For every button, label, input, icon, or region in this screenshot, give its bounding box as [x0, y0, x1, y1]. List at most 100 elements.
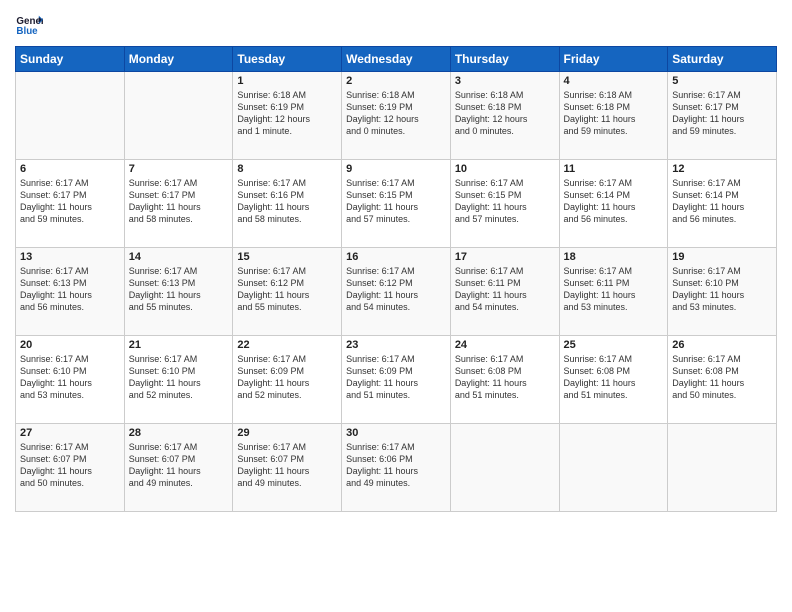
calendar-cell: 24Sunrise: 6:17 AM Sunset: 6:08 PM Dayli…	[450, 336, 559, 424]
day-info: Sunrise: 6:17 AM Sunset: 6:15 PM Dayligh…	[346, 177, 446, 226]
day-number: 27	[20, 427, 120, 439]
day-info: Sunrise: 6:17 AM Sunset: 6:17 PM Dayligh…	[20, 177, 120, 226]
day-number: 28	[129, 427, 229, 439]
calendar-week-3: 13 Sunrise: 6:17 AM Sunset: 6:13 PM Dayli…	[16, 248, 777, 336]
calendar-cell: 9 Sunrise: 6:17 AM Sunset: 6:15 PM Daylig…	[342, 160, 451, 248]
day-info: Sunrise: 6:17 AM Sunset: 6:13 PM Dayligh…	[129, 265, 229, 314]
calendar-cell: 5 Sunrise: 6:17 AM Sunset: 6:17 PM Daylig…	[668, 72, 777, 160]
day-info: Sunrise: 6:17 AM Sunset: 6:14 PM Dayligh…	[564, 177, 664, 226]
calendar-cell: 21 Sunrise: 6:17 AM Sunset: 6:10 PM Dayli…	[124, 336, 233, 424]
day-info: Sunrise: 6:18 AM Sunset: 6:19 PM Dayligh…	[346, 89, 446, 138]
day-number: 11	[564, 163, 664, 175]
calendar-cell: 4 Sunrise: 6:18 AM Sunset: 6:18 PM Daylig…	[559, 72, 668, 160]
weekday-header-wednesday: Wednesday	[342, 47, 451, 72]
calendar-cell: 6 Sunrise: 6:17 AM Sunset: 6:17 PM Daylig…	[16, 160, 125, 248]
day-number: 25	[564, 339, 664, 351]
weekday-header-saturday: Saturday	[668, 47, 777, 72]
weekday-header-monday: Monday	[124, 47, 233, 72]
day-number: 24	[455, 339, 555, 351]
weekday-header-friday: Friday	[559, 47, 668, 72]
day-info: Sunrise: 6:17 AM Sunset: 6:11 PM Dayligh…	[455, 265, 555, 314]
calendar: SundayMondayTuesdayWednesdayThursdayFrid…	[15, 46, 777, 512]
svg-text:Blue: Blue	[16, 26, 38, 37]
day-number: 13	[20, 251, 120, 263]
weekday-header-tuesday: Tuesday	[233, 47, 342, 72]
calendar-cell: 19Sunrise: 6:17 AM Sunset: 6:10 PM Dayli…	[668, 248, 777, 336]
calendar-week-2: 6 Sunrise: 6:17 AM Sunset: 6:17 PM Daylig…	[16, 160, 777, 248]
day-number: 18	[564, 251, 664, 263]
calendar-cell	[124, 72, 233, 160]
calendar-cell: 18 Sunrise: 6:17 AM Sunset: 6:11 PM Dayli…	[559, 248, 668, 336]
calendar-cell: 22 Sunrise: 6:17 AM Sunset: 6:09 PM Dayli…	[233, 336, 342, 424]
calendar-cell: 2 Sunrise: 6:18 AM Sunset: 6:19 PM Daylig…	[342, 72, 451, 160]
day-number: 30	[346, 427, 446, 439]
calendar-week-5: 27 Sunrise: 6:17 AM Sunset: 6:07 PM Dayli…	[16, 424, 777, 512]
calendar-cell: 17 Sunrise: 6:17 AM Sunset: 6:11 PM Dayli…	[450, 248, 559, 336]
calendar-cell	[559, 424, 668, 512]
day-number: 5	[672, 75, 772, 87]
page: General Blue SundayMondayTuesdayWednesda…	[0, 0, 792, 612]
day-info: Sunrise: 6:17 AM Sunset: 6:07 PM Dayligh…	[20, 441, 120, 490]
calendar-cell: 12 Sunrise: 6:17 AM Sunset: 6:14 PM Dayli…	[668, 160, 777, 248]
calendar-week-1: 1 Sunrise: 6:18 AM Sunset: 6:19 PM Daylig…	[16, 72, 777, 160]
day-info: Sunrise: 6:18 AM Sunset: 6:18 PM Dayligh…	[564, 89, 664, 138]
calendar-cell: 8 Sunrise: 6:17 AM Sunset: 6:16 PM Daylig…	[233, 160, 342, 248]
day-number: 29	[237, 427, 337, 439]
calendar-cell: 13 Sunrise: 6:17 AM Sunset: 6:13 PM Dayli…	[16, 248, 125, 336]
calendar-cell: 25 Sunrise: 6:17 AM Sunset: 6:08 PM Dayli…	[559, 336, 668, 424]
day-info: Sunrise: 6:17 AM Sunset: 6:07 PM Dayligh…	[237, 441, 337, 490]
day-number: 17	[455, 251, 555, 263]
day-info: Sunrise: 6:18 AM Sunset: 6:19 PM Dayligh…	[237, 89, 337, 138]
day-info: Sunrise: 6:17 AM Sunset: 6:10 PM Dayligh…	[20, 353, 120, 402]
day-info: Sunrise: 6:17 AM Sunset: 6:10 PM Dayligh…	[129, 353, 229, 402]
day-info: Sunrise: 6:17 AM Sunset: 6:13 PM Dayligh…	[20, 265, 120, 314]
calendar-cell: 26 Sunrise: 6:17 AM Sunset: 6:08 PM Dayli…	[668, 336, 777, 424]
calendar-header-row: SundayMondayTuesdayWednesdayThursdayFrid…	[16, 47, 777, 72]
day-number: 8	[237, 163, 337, 175]
day-number: 1	[237, 75, 337, 87]
day-info: Sunrise: 6:17 AM Sunset: 6:09 PM Dayligh…	[346, 353, 446, 402]
day-info: Sunrise: 6:17 AM Sunset: 6:17 PM Dayligh…	[672, 89, 772, 138]
day-number: 4	[564, 75, 664, 87]
day-number: 3	[455, 75, 555, 87]
day-info: Sunrise: 6:17 AM Sunset: 6:16 PM Dayligh…	[237, 177, 337, 226]
weekday-header-sunday: Sunday	[16, 47, 125, 72]
day-number: 7	[129, 163, 229, 175]
day-number: 21	[129, 339, 229, 351]
day-info: Sunrise: 6:17 AM Sunset: 6:08 PM Dayligh…	[672, 353, 772, 402]
day-info: Sunrise: 6:17 AM Sunset: 6:09 PM Dayligh…	[237, 353, 337, 402]
day-info: Sunrise: 6:17 AM Sunset: 6:11 PM Dayligh…	[564, 265, 664, 314]
day-number: 26	[672, 339, 772, 351]
day-number: 22	[237, 339, 337, 351]
day-number: 12	[672, 163, 772, 175]
calendar-cell: 28Sunrise: 6:17 AM Sunset: 6:07 PM Dayli…	[124, 424, 233, 512]
day-number: 2	[346, 75, 446, 87]
day-number: 10	[455, 163, 555, 175]
calendar-cell: 1 Sunrise: 6:18 AM Sunset: 6:19 PM Daylig…	[233, 72, 342, 160]
day-info: Sunrise: 6:17 AM Sunset: 6:12 PM Dayligh…	[346, 265, 446, 314]
day-info: Sunrise: 6:17 AM Sunset: 6:06 PM Dayligh…	[346, 441, 446, 490]
logo: General Blue	[15, 10, 45, 38]
day-number: 9	[346, 163, 446, 175]
day-info: Sunrise: 6:17 AM Sunset: 6:10 PM Dayligh…	[672, 265, 772, 314]
calendar-cell: 16Sunrise: 6:17 AM Sunset: 6:12 PM Dayli…	[342, 248, 451, 336]
calendar-cell: 30 Sunrise: 6:17 AM Sunset: 6:06 PM Dayli…	[342, 424, 451, 512]
header: General Blue	[15, 10, 777, 38]
day-info: Sunrise: 6:17 AM Sunset: 6:08 PM Dayligh…	[564, 353, 664, 402]
day-info: Sunrise: 6:18 AM Sunset: 6:18 PM Dayligh…	[455, 89, 555, 138]
calendar-cell: 11 Sunrise: 6:17 AM Sunset: 6:14 PM Dayli…	[559, 160, 668, 248]
day-info: Sunrise: 6:17 AM Sunset: 6:15 PM Dayligh…	[455, 177, 555, 226]
calendar-week-4: 20 Sunrise: 6:17 AM Sunset: 6:10 PM Dayli…	[16, 336, 777, 424]
weekday-header-thursday: Thursday	[450, 47, 559, 72]
day-info: Sunrise: 6:17 AM Sunset: 6:12 PM Dayligh…	[237, 265, 337, 314]
calendar-cell: 27 Sunrise: 6:17 AM Sunset: 6:07 PM Dayli…	[16, 424, 125, 512]
calendar-cell: 29 Sunrise: 6:17 AM Sunset: 6:07 PM Dayli…	[233, 424, 342, 512]
calendar-cell	[16, 72, 125, 160]
day-number: 6	[20, 163, 120, 175]
calendar-cell: 14Sunrise: 6:17 AM Sunset: 6:13 PM Dayli…	[124, 248, 233, 336]
day-info: Sunrise: 6:17 AM Sunset: 6:17 PM Dayligh…	[129, 177, 229, 226]
day-info: Sunrise: 6:17 AM Sunset: 6:14 PM Dayligh…	[672, 177, 772, 226]
day-number: 23	[346, 339, 446, 351]
day-number: 20	[20, 339, 120, 351]
calendar-cell: 3 Sunrise: 6:18 AM Sunset: 6:18 PM Daylig…	[450, 72, 559, 160]
